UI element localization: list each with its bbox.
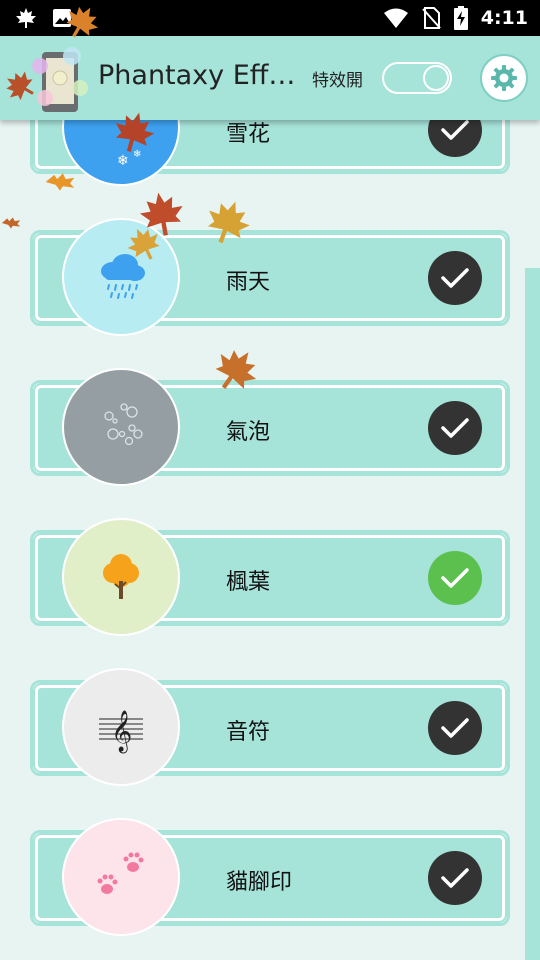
effect-label: 楓葉 xyxy=(226,570,271,595)
effect-label: 氣泡 xyxy=(226,420,271,445)
effect-toggle-switch[interactable] xyxy=(382,62,452,94)
checkmark-icon xyxy=(441,868,469,888)
checkmark-icon xyxy=(441,568,469,588)
no-sim-icon xyxy=(421,7,441,29)
battery-charging-icon xyxy=(453,6,468,30)
effect-label: 貓腳印 xyxy=(226,870,293,895)
bubbles-icon xyxy=(104,403,143,446)
effects-list[interactable]: 雪花 ❄ ❄ 雨天 氣泡 楓葉 音符 𝄞 貓腳印 xyxy=(0,0,540,960)
app-title: Phantaxy Effe... xyxy=(98,60,303,91)
effect-thumb-music: 𝄞 xyxy=(62,668,180,786)
svg-text:𝄞: 𝄞 xyxy=(111,710,132,753)
effect-label: 雪花 xyxy=(226,122,271,147)
effect-check-button[interactable] xyxy=(428,251,482,305)
falling-leaf-icon xyxy=(45,173,75,191)
falling-leaf-icon xyxy=(115,112,155,152)
app-bar: Phantaxy Effe... 特效開 xyxy=(0,36,540,120)
checkmark-icon xyxy=(441,120,469,140)
scrollbar[interactable] xyxy=(525,268,540,960)
falling-leaf-icon xyxy=(208,201,250,244)
wifi-icon xyxy=(383,8,408,28)
effect-check-button-selected[interactable] xyxy=(428,551,482,605)
effect-check-button[interactable] xyxy=(428,851,482,905)
checkmark-icon xyxy=(441,418,469,438)
music-note-icon: 𝄞 xyxy=(99,710,143,753)
paw-print-icon xyxy=(97,852,144,894)
clock: 4:11 xyxy=(480,7,528,29)
effect-thumb-bubbles xyxy=(62,368,180,486)
settings-button[interactable] xyxy=(480,54,528,102)
falling-leaf-icon xyxy=(215,350,257,389)
maple-leaf-icon xyxy=(16,8,36,28)
effect-thumb-paw xyxy=(62,818,180,936)
effect-label: 雨天 xyxy=(226,270,271,295)
falling-leaf-icon xyxy=(6,71,34,101)
falling-leaf-icon xyxy=(127,228,160,260)
tree-icon xyxy=(103,554,139,599)
effect-check-button[interactable] xyxy=(428,701,482,755)
falling-leaf-icon xyxy=(66,6,99,38)
effect-check-button[interactable] xyxy=(428,401,482,455)
checkmark-icon xyxy=(441,268,469,288)
checkmark-icon xyxy=(441,718,469,738)
effect-toggle-label: 特效開 xyxy=(312,71,363,91)
toggle-knob xyxy=(423,65,449,91)
effect-label: 音符 xyxy=(226,720,271,745)
falling-leaf-icon xyxy=(1,217,21,229)
gear-icon xyxy=(491,65,517,91)
effect-thumb-maple xyxy=(62,518,180,636)
